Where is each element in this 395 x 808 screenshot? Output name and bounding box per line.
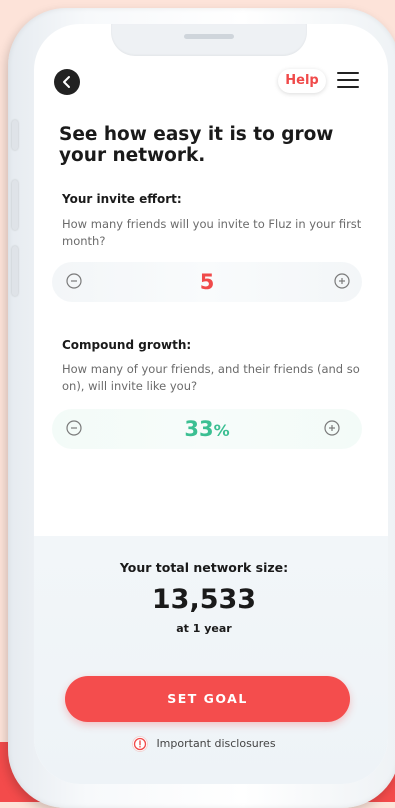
growth-increment-button[interactable]	[324, 420, 340, 436]
info-circle-icon	[132, 736, 149, 752]
invite-effort-value: 5	[199, 270, 215, 294]
phone-notch	[111, 24, 307, 56]
chevron-left-icon	[63, 76, 70, 88]
growth-number: 33	[184, 417, 214, 441]
plus-circle-icon	[324, 420, 340, 436]
volume-down-button	[12, 246, 18, 296]
results-panel: Your total network size: 13,533 at 1 yea…	[34, 536, 388, 784]
speaker-grille	[184, 34, 234, 39]
invite-effort-label: Your invite effort:	[62, 192, 182, 206]
back-button[interactable]	[54, 69, 80, 95]
total-network-value: 13,533	[151, 584, 257, 615]
invite-increment-button[interactable]	[334, 273, 350, 289]
help-button[interactable]: Help	[278, 69, 326, 93]
important-disclosures-link[interactable]: Important disclosures	[34, 736, 374, 752]
app-screen: Help See how easy it is to grow your net…	[34, 24, 388, 784]
hamburger-menu-icon[interactable]	[337, 72, 359, 90]
compound-growth-stepper: 33%	[52, 409, 362, 449]
total-network-period: at 1 year	[176, 622, 232, 635]
plus-circle-icon	[334, 273, 350, 289]
mute-switch	[12, 120, 18, 150]
set-goal-button[interactable]: SET GOAL	[65, 676, 350, 722]
volume-up-button	[12, 180, 18, 230]
invite-effort-stepper: 5	[52, 262, 362, 302]
compound-growth-label: Compound growth:	[62, 338, 192, 352]
total-network-label: Your total network size:	[119, 560, 289, 575]
percent-sign: %	[213, 421, 230, 440]
invite-effort-description: How many friends will you invite to Fluz…	[62, 217, 362, 248]
disclosures-label: Important disclosures	[156, 737, 276, 750]
compound-growth-value: 33%	[52, 417, 362, 441]
page-title: See how easy it is to grow your network.	[59, 124, 334, 166]
compound-growth-description: How many of your friends, and their frie…	[62, 362, 360, 393]
